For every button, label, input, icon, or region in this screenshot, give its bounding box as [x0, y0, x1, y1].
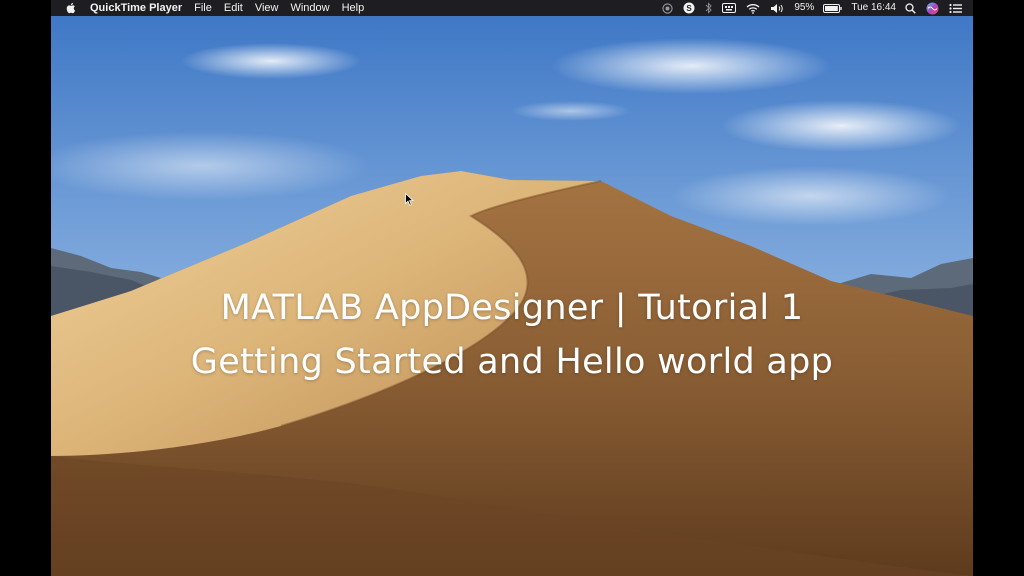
- apple-logo-icon[interactable]: [51, 2, 84, 14]
- app-menu-quicktime-player[interactable]: QuickTime Player: [84, 0, 188, 16]
- menu-file[interactable]: File: [188, 0, 218, 16]
- battery-percent: 95%: [794, 2, 815, 13]
- mouse-pointer-icon: [405, 192, 415, 211]
- screen-record-icon[interactable]: [657, 0, 678, 16]
- menu-window[interactable]: Window: [284, 0, 335, 16]
- notification-center-icon[interactable]: [944, 0, 967, 16]
- keyboard-input-icon[interactable]: [717, 0, 741, 16]
- menu-clock[interactable]: Tue 16:44: [847, 0, 900, 16]
- screen: QuickTime Player File Edit View Window H…: [51, 0, 973, 576]
- menu-help[interactable]: Help: [336, 0, 371, 16]
- menu-bar: QuickTime Player File Edit View Window H…: [51, 0, 973, 16]
- bluetooth-icon[interactable]: [700, 0, 717, 16]
- wifi-icon[interactable]: [741, 0, 765, 16]
- video-title-line-2: Getting Started and Hello world app: [190, 342, 834, 382]
- video-title-line-1: MATLAB AppDesigner | Tutorial 1: [220, 288, 804, 328]
- menu-edit[interactable]: Edit: [218, 0, 249, 16]
- menu-view[interactable]: View: [249, 0, 285, 16]
- svg-text:S: S: [687, 4, 693, 13]
- volume-icon[interactable]: [765, 0, 790, 16]
- spotlight-search-icon[interactable]: [900, 0, 921, 16]
- battery-icon[interactable]: [818, 0, 847, 16]
- skype-icon[interactable]: S: [678, 0, 700, 16]
- siri-icon[interactable]: [921, 0, 944, 16]
